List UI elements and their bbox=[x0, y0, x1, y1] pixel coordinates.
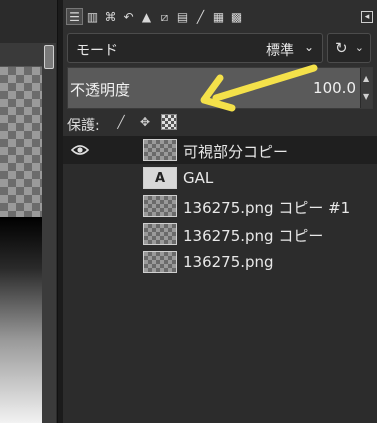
tool-presets-icon[interactable]: ▲ bbox=[139, 9, 154, 24]
layers-dock: ☰ ▥ ⌘ ↶ ▲ ⧄ ▤ ╱ ▦ ▩ ◂ モード 標準 ⌄ ↻ ⌄ 不透明度 100.0 ▲ ▼… bbox=[63, 0, 377, 423]
layer-row[interactable]: 136275.png コピー #1 bbox=[63, 192, 377, 220]
layer-row[interactable]: 可視部分コピー bbox=[63, 136, 377, 164]
layer-name[interactable]: 136275.png bbox=[183, 253, 274, 271]
lock-label: 保護: bbox=[67, 118, 100, 134]
layers-list: 可視部分コピー A GAL 136275.png コピー #1 136275.p… bbox=[63, 136, 377, 423]
chevron-down-icon: ⌄ bbox=[303, 40, 314, 54]
layer-name[interactable]: 可視部分コピー bbox=[183, 141, 288, 162]
dock-menu-icon[interactable]: ◂ bbox=[361, 11, 373, 23]
opacity-value[interactable]: 100.0 bbox=[313, 79, 356, 97]
layer-row[interactable]: 136275.png コピー bbox=[63, 220, 377, 248]
chevron-down-icon: ⌄ bbox=[354, 41, 364, 54]
text-layer-icon: A bbox=[143, 167, 177, 189]
dock-tab-bar: ☰ ▥ ⌘ ↶ ▲ ⧄ ▤ ╱ ▦ ▩ ◂ bbox=[63, 6, 377, 28]
mode-dropdown[interactable]: モード 標準 ⌄ bbox=[67, 33, 323, 63]
canvas-transparent-area[interactable] bbox=[0, 67, 42, 217]
layer-name[interactable]: 136275.png コピー #1 bbox=[183, 197, 350, 218]
opacity-slider[interactable]: 不透明度 100.0 ▲ ▼ bbox=[67, 67, 373, 109]
opacity-spin-buttons[interactable]: ▲ ▼ bbox=[360, 68, 372, 108]
spin-down-icon[interactable]: ▼ bbox=[363, 92, 369, 101]
layer-row[interactable]: 136275.png bbox=[63, 248, 377, 276]
lock-alpha-icon[interactable] bbox=[161, 114, 177, 130]
scrollbar-thumb[interactable] bbox=[44, 45, 54, 69]
composite-mode-button[interactable]: ↻ ⌄ bbox=[327, 33, 371, 63]
image-icon[interactable]: ⧄ bbox=[157, 9, 172, 24]
document-icon[interactable]: ▤ bbox=[175, 9, 190, 24]
channels-icon[interactable]: ▥ bbox=[85, 9, 100, 24]
layer-thumbnail bbox=[143, 251, 177, 273]
mode-value: 標準 bbox=[266, 43, 294, 59]
layer-row[interactable]: A GAL bbox=[63, 164, 377, 192]
image-canvas-area[interactable] bbox=[0, 0, 57, 423]
eye-icon[interactable] bbox=[71, 142, 89, 158]
paths-icon[interactable]: ⌘ bbox=[103, 9, 118, 24]
lock-position-icon[interactable]: ✥ bbox=[137, 114, 153, 130]
opacity-label: 不透明度 bbox=[70, 81, 131, 99]
patterns-icon[interactable]: ▦ bbox=[211, 9, 226, 24]
lock-row: 保護: ╱ ✥ bbox=[67, 113, 373, 134]
layer-name[interactable]: GAL bbox=[183, 169, 213, 187]
gradients-icon[interactable]: ▩ bbox=[229, 9, 244, 24]
mode-label: モード bbox=[76, 43, 118, 59]
layer-name[interactable]: 136275.png コピー bbox=[183, 225, 323, 246]
brushes-icon[interactable]: ╱ bbox=[193, 9, 208, 24]
canvas-vertical-scrollbar[interactable] bbox=[42, 43, 56, 423]
mode-row: モード 標準 ⌄ ↻ ⌄ bbox=[67, 33, 373, 63]
lock-pixels-icon[interactable]: ╱ bbox=[113, 114, 129, 130]
layers-icon[interactable]: ☰ bbox=[66, 8, 83, 25]
canvas-gradient-area[interactable] bbox=[0, 217, 42, 423]
layer-thumbnail bbox=[143, 195, 177, 217]
undo-history-icon[interactable]: ↶ bbox=[121, 9, 136, 24]
spin-up-icon[interactable]: ▲ bbox=[363, 74, 369, 83]
canvas-ruler bbox=[0, 43, 42, 67]
reset-icon: ↻ bbox=[335, 39, 348, 57]
layer-thumbnail bbox=[143, 139, 177, 161]
layer-thumbnail bbox=[143, 223, 177, 245]
